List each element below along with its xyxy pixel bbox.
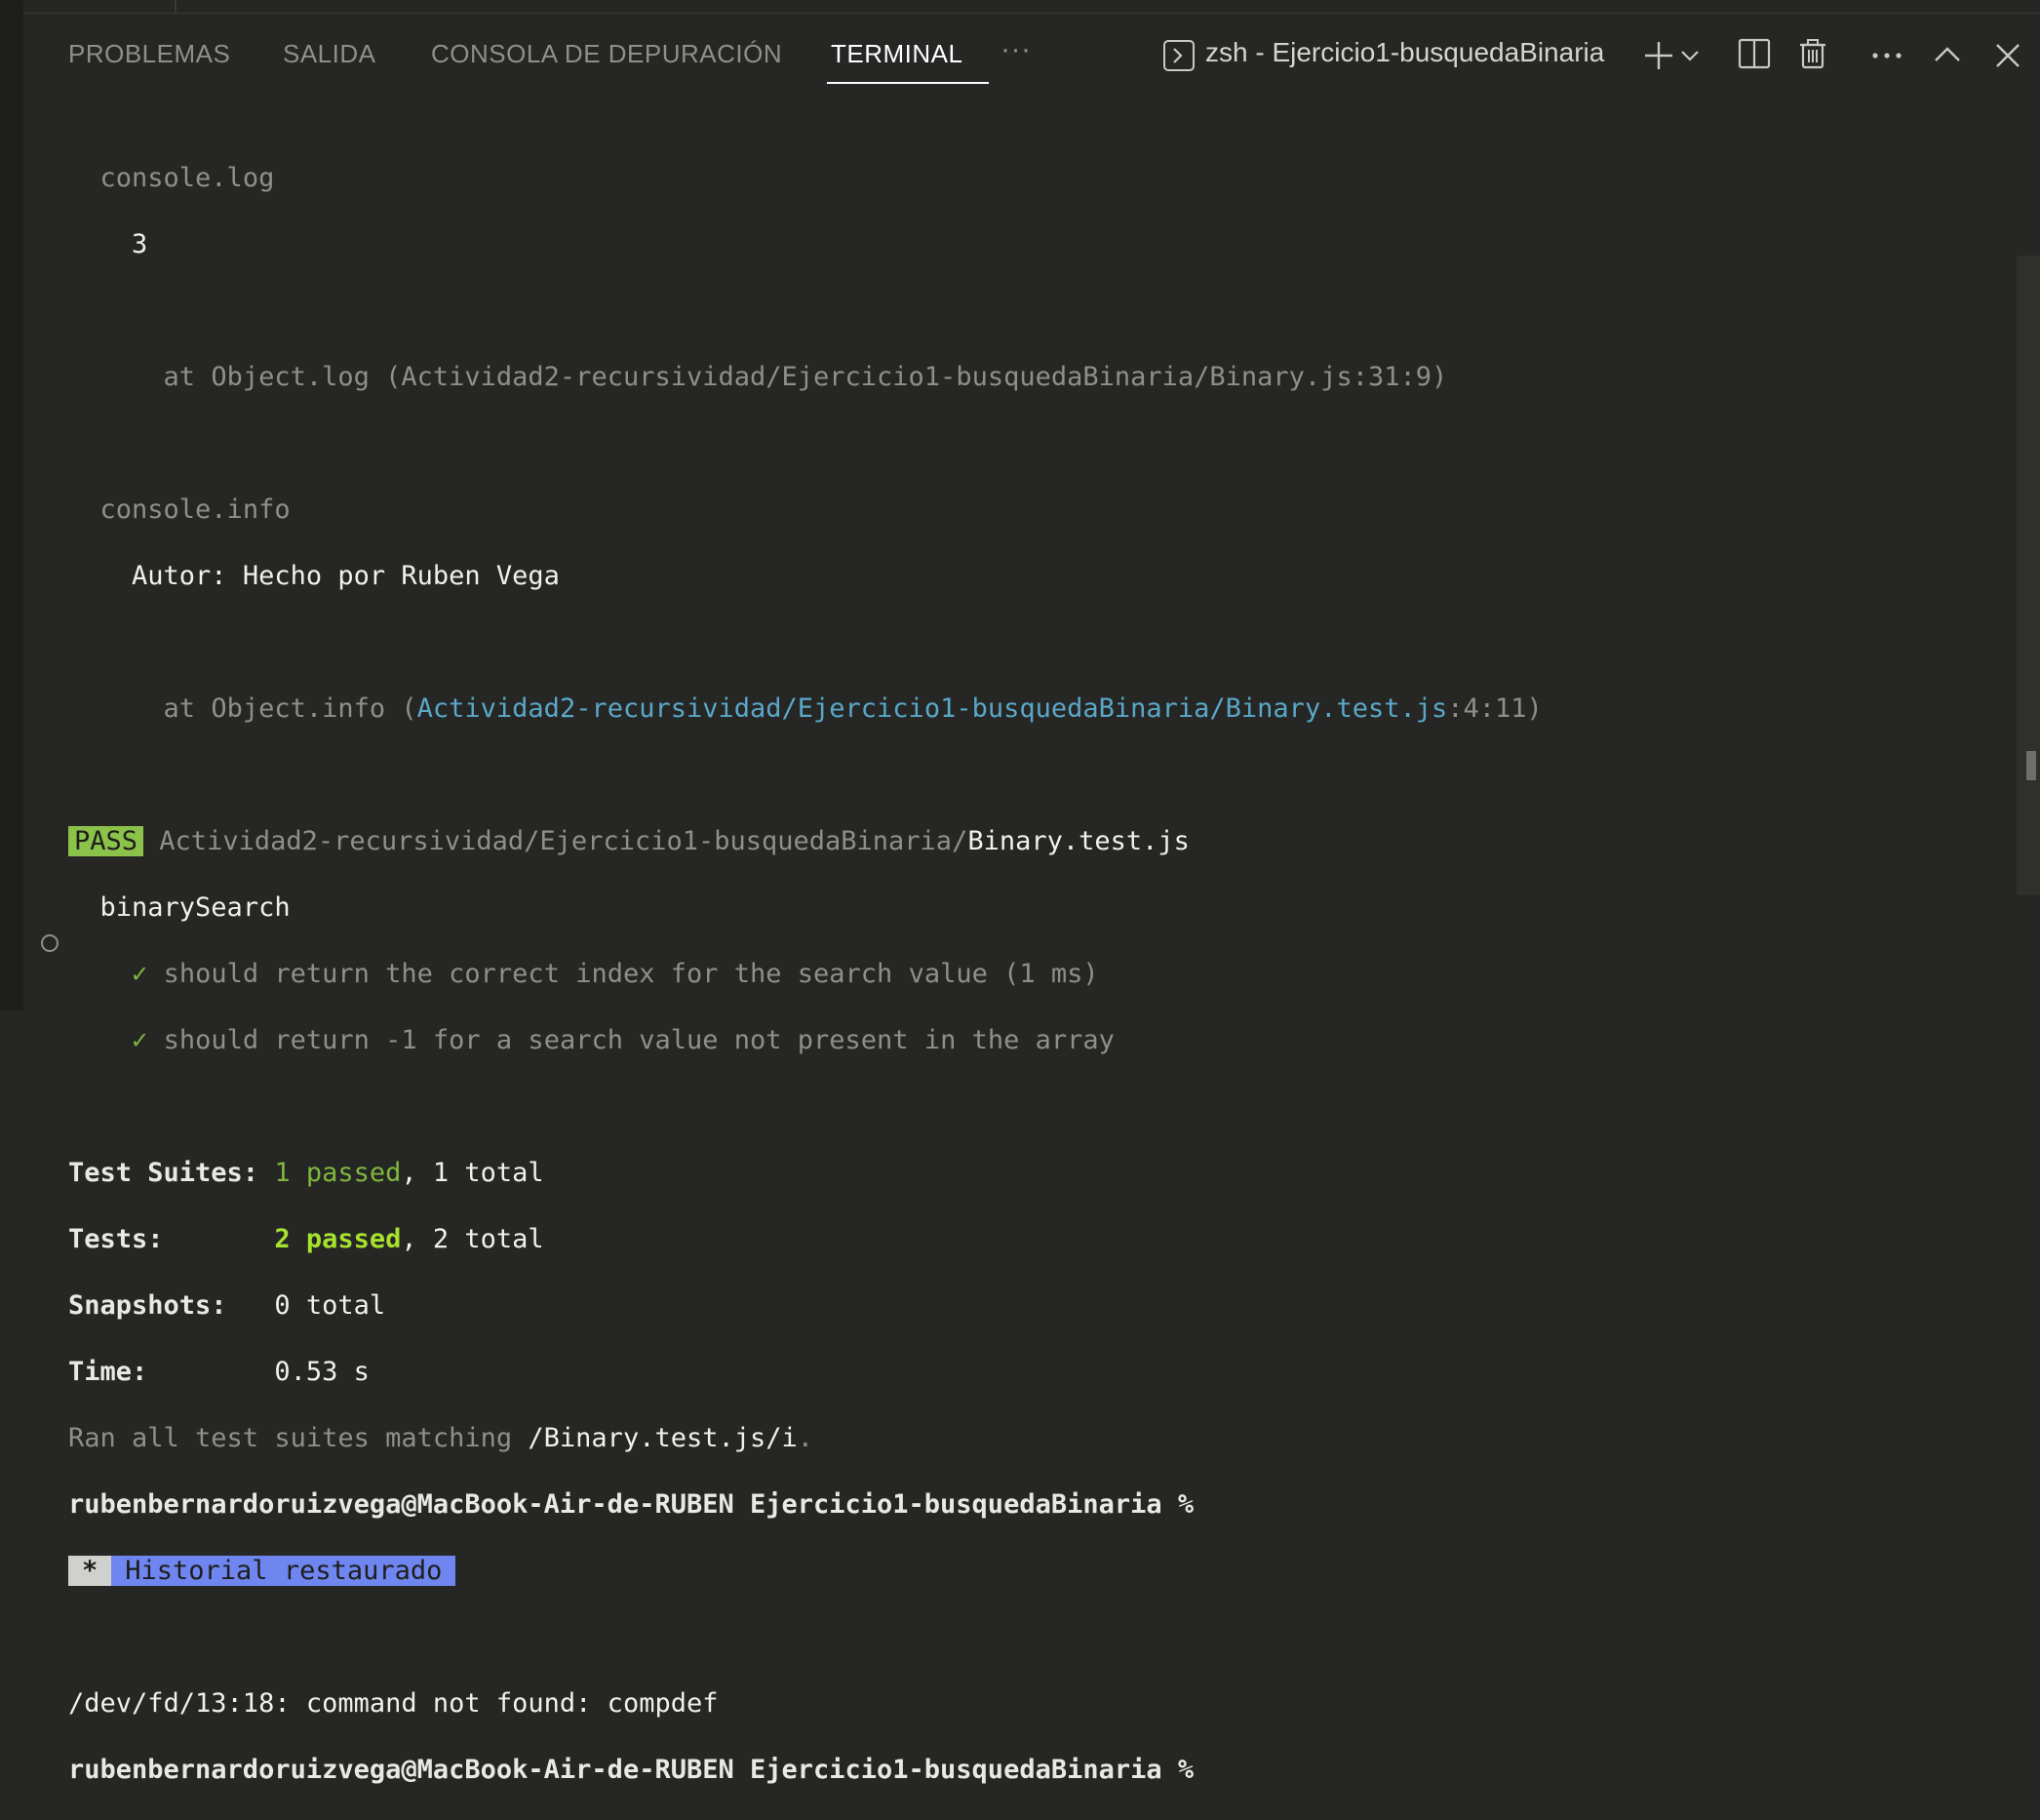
- restore-star: *: [68, 1556, 112, 1586]
- summary-label: Snapshots:: [68, 1290, 227, 1321]
- divider: [175, 0, 177, 13]
- line-log-value: 3: [68, 228, 2001, 261]
- ran-suffix: .: [797, 1423, 814, 1453]
- info-at-suffix: :4:11): [1447, 693, 1543, 724]
- more-icon[interactable]: [1870, 41, 1903, 70]
- scrollbar[interactable]: [2017, 256, 2040, 895]
- chevron-up-icon[interactable]: [1933, 41, 1962, 70]
- pass-dir: Actividad2-recursividad/Ejercicio1-busqu…: [159, 826, 968, 856]
- summary-label: Test Suites:: [68, 1158, 259, 1188]
- close-icon[interactable]: [1993, 41, 2022, 70]
- line-summary-time: Time: 0.53 s: [68, 1356, 2001, 1389]
- line-console-info: console.info: [68, 494, 2001, 527]
- line-prompt: rubenbernardoruizvega@MacBook-Air-de-RUB…: [68, 1488, 2001, 1522]
- line-blank: [68, 295, 2001, 328]
- test-name: should return -1 for a search value not …: [163, 1025, 1115, 1055]
- terminal-instance-label[interactable]: zsh - Ejercicio1-busquedaBinaria: [1205, 37, 1604, 68]
- line-summary-tests: Tests: 2 passed, 2 total: [68, 1223, 2001, 1256]
- editor-bottom-edge: [23, 0, 2040, 14]
- shell-prompt: rubenbernardoruizvega@MacBook-Air-de-RUB…: [68, 1755, 1195, 1785]
- line-pass: PASS Actividad2-recursividad/Ejercicio1-…: [68, 825, 2001, 858]
- more-tabs-button[interactable]: ···: [1000, 33, 1031, 66]
- summary-total: , 2 total: [401, 1224, 544, 1254]
- line-ran: Ran all test suites matching /Binary.tes…: [68, 1422, 2001, 1455]
- terminal-output[interactable]: console.log 3 at Object.log (Actividad2-…: [68, 129, 2001, 1820]
- pass-badge: PASS: [68, 826, 144, 856]
- log-value: 3: [132, 229, 148, 259]
- summary-passed: 1 passed: [274, 1158, 402, 1188]
- chevron-down-icon[interactable]: [1679, 45, 1701, 66]
- summary-value: 0.53 s: [274, 1357, 370, 1387]
- line-summary-suites: Test Suites: 1 passed, 1 total: [68, 1157, 2001, 1190]
- command-status-dot[interactable]: [41, 934, 59, 952]
- split-icon[interactable]: [1738, 37, 1771, 70]
- tab-problemas[interactable]: PROBLEMAS: [68, 39, 230, 69]
- terminal-icon[interactable]: [1162, 39, 1196, 72]
- ran-pattern: /Binary.test.js/i: [528, 1423, 798, 1453]
- ran-prefix: Ran all test suites matching: [68, 1423, 529, 1453]
- summary-value: 0 total: [274, 1290, 386, 1321]
- active-tab-indicator: [827, 82, 989, 84]
- tab-salida[interactable]: SALIDA: [283, 39, 376, 69]
- line-log-at: at Object.log (Actividad2-recursividad/E…: [68, 361, 2001, 394]
- pass-file: Binary.test.js: [967, 826, 1190, 856]
- log-stack-location: at Object.log (Actividad2-recursividad/E…: [163, 362, 1448, 392]
- line-test-1: ✓ should return the correct index for th…: [68, 958, 2001, 991]
- shell-prompt: rubenbernardoruizvega@MacBook-Air-de-RUB…: [68, 1489, 1195, 1520]
- line-prompt-2: rubenbernardoruizvega@MacBook-Air-de-RUB…: [68, 1754, 2001, 1787]
- trash-icon[interactable]: [1796, 37, 1829, 70]
- line-blank: [68, 626, 2001, 659]
- suite-name: binarySearch: [99, 892, 291, 923]
- line-suite: binarySearch: [68, 891, 2001, 925]
- scrollbar-thumb[interactable]: [2026, 751, 2036, 780]
- line-blank: [68, 1090, 2001, 1124]
- line-info-value: Autor: Hecho por Ruben Vega: [68, 560, 2001, 593]
- summary-total: , 1 total: [401, 1158, 544, 1188]
- line-summary-snapshots: Snapshots: 0 total: [68, 1289, 2001, 1323]
- tab-consola-depuracion[interactable]: CONSOLA DE DEPURACIÓN: [431, 39, 782, 69]
- test-name: should return the correct index for the …: [163, 959, 1099, 989]
- summary-passed: 2 passed: [274, 1224, 402, 1254]
- info-value: Autor: Hecho por Ruben Vega: [132, 561, 560, 591]
- check-icon: ✓: [132, 959, 148, 989]
- line-blank: [68, 1621, 2001, 1654]
- error-message: /dev/fd/13:18: command not found: compde…: [68, 1688, 719, 1719]
- summary-label: Time:: [68, 1357, 148, 1387]
- history-restored-banner: Historial restaurado: [111, 1556, 456, 1586]
- info-stack-link[interactable]: Actividad2-recursividad/Ejercicio1-busqu…: [417, 693, 1448, 724]
- panel-header: PROBLEMAS SALIDA CONSOLA DE DEPURACIÓN T…: [23, 14, 2040, 96]
- console-log-label: console.log: [99, 163, 275, 193]
- line-info-at: at Object.info (Actividad2-recursividad/…: [68, 692, 2001, 726]
- console-info-label: console.info: [99, 495, 291, 525]
- check-icon: ✓: [132, 1025, 148, 1055]
- line-console-log: console.log: [68, 162, 2001, 195]
- line-test-2: ✓ should return -1 for a search value no…: [68, 1024, 2001, 1057]
- line-blank: [68, 427, 2001, 460]
- summary-label: Tests:: [68, 1224, 164, 1254]
- plus-icon[interactable]: [1642, 39, 1675, 72]
- line-blank: [68, 759, 2001, 792]
- info-at-prefix: at Object.info (: [163, 693, 417, 724]
- left-gutter: [0, 0, 23, 1010]
- line-error: /dev/fd/13:18: command not found: compde…: [68, 1687, 2001, 1721]
- tab-terminal[interactable]: TERMINAL: [831, 39, 962, 69]
- line-restore: * Historial restaurado: [68, 1555, 2001, 1588]
